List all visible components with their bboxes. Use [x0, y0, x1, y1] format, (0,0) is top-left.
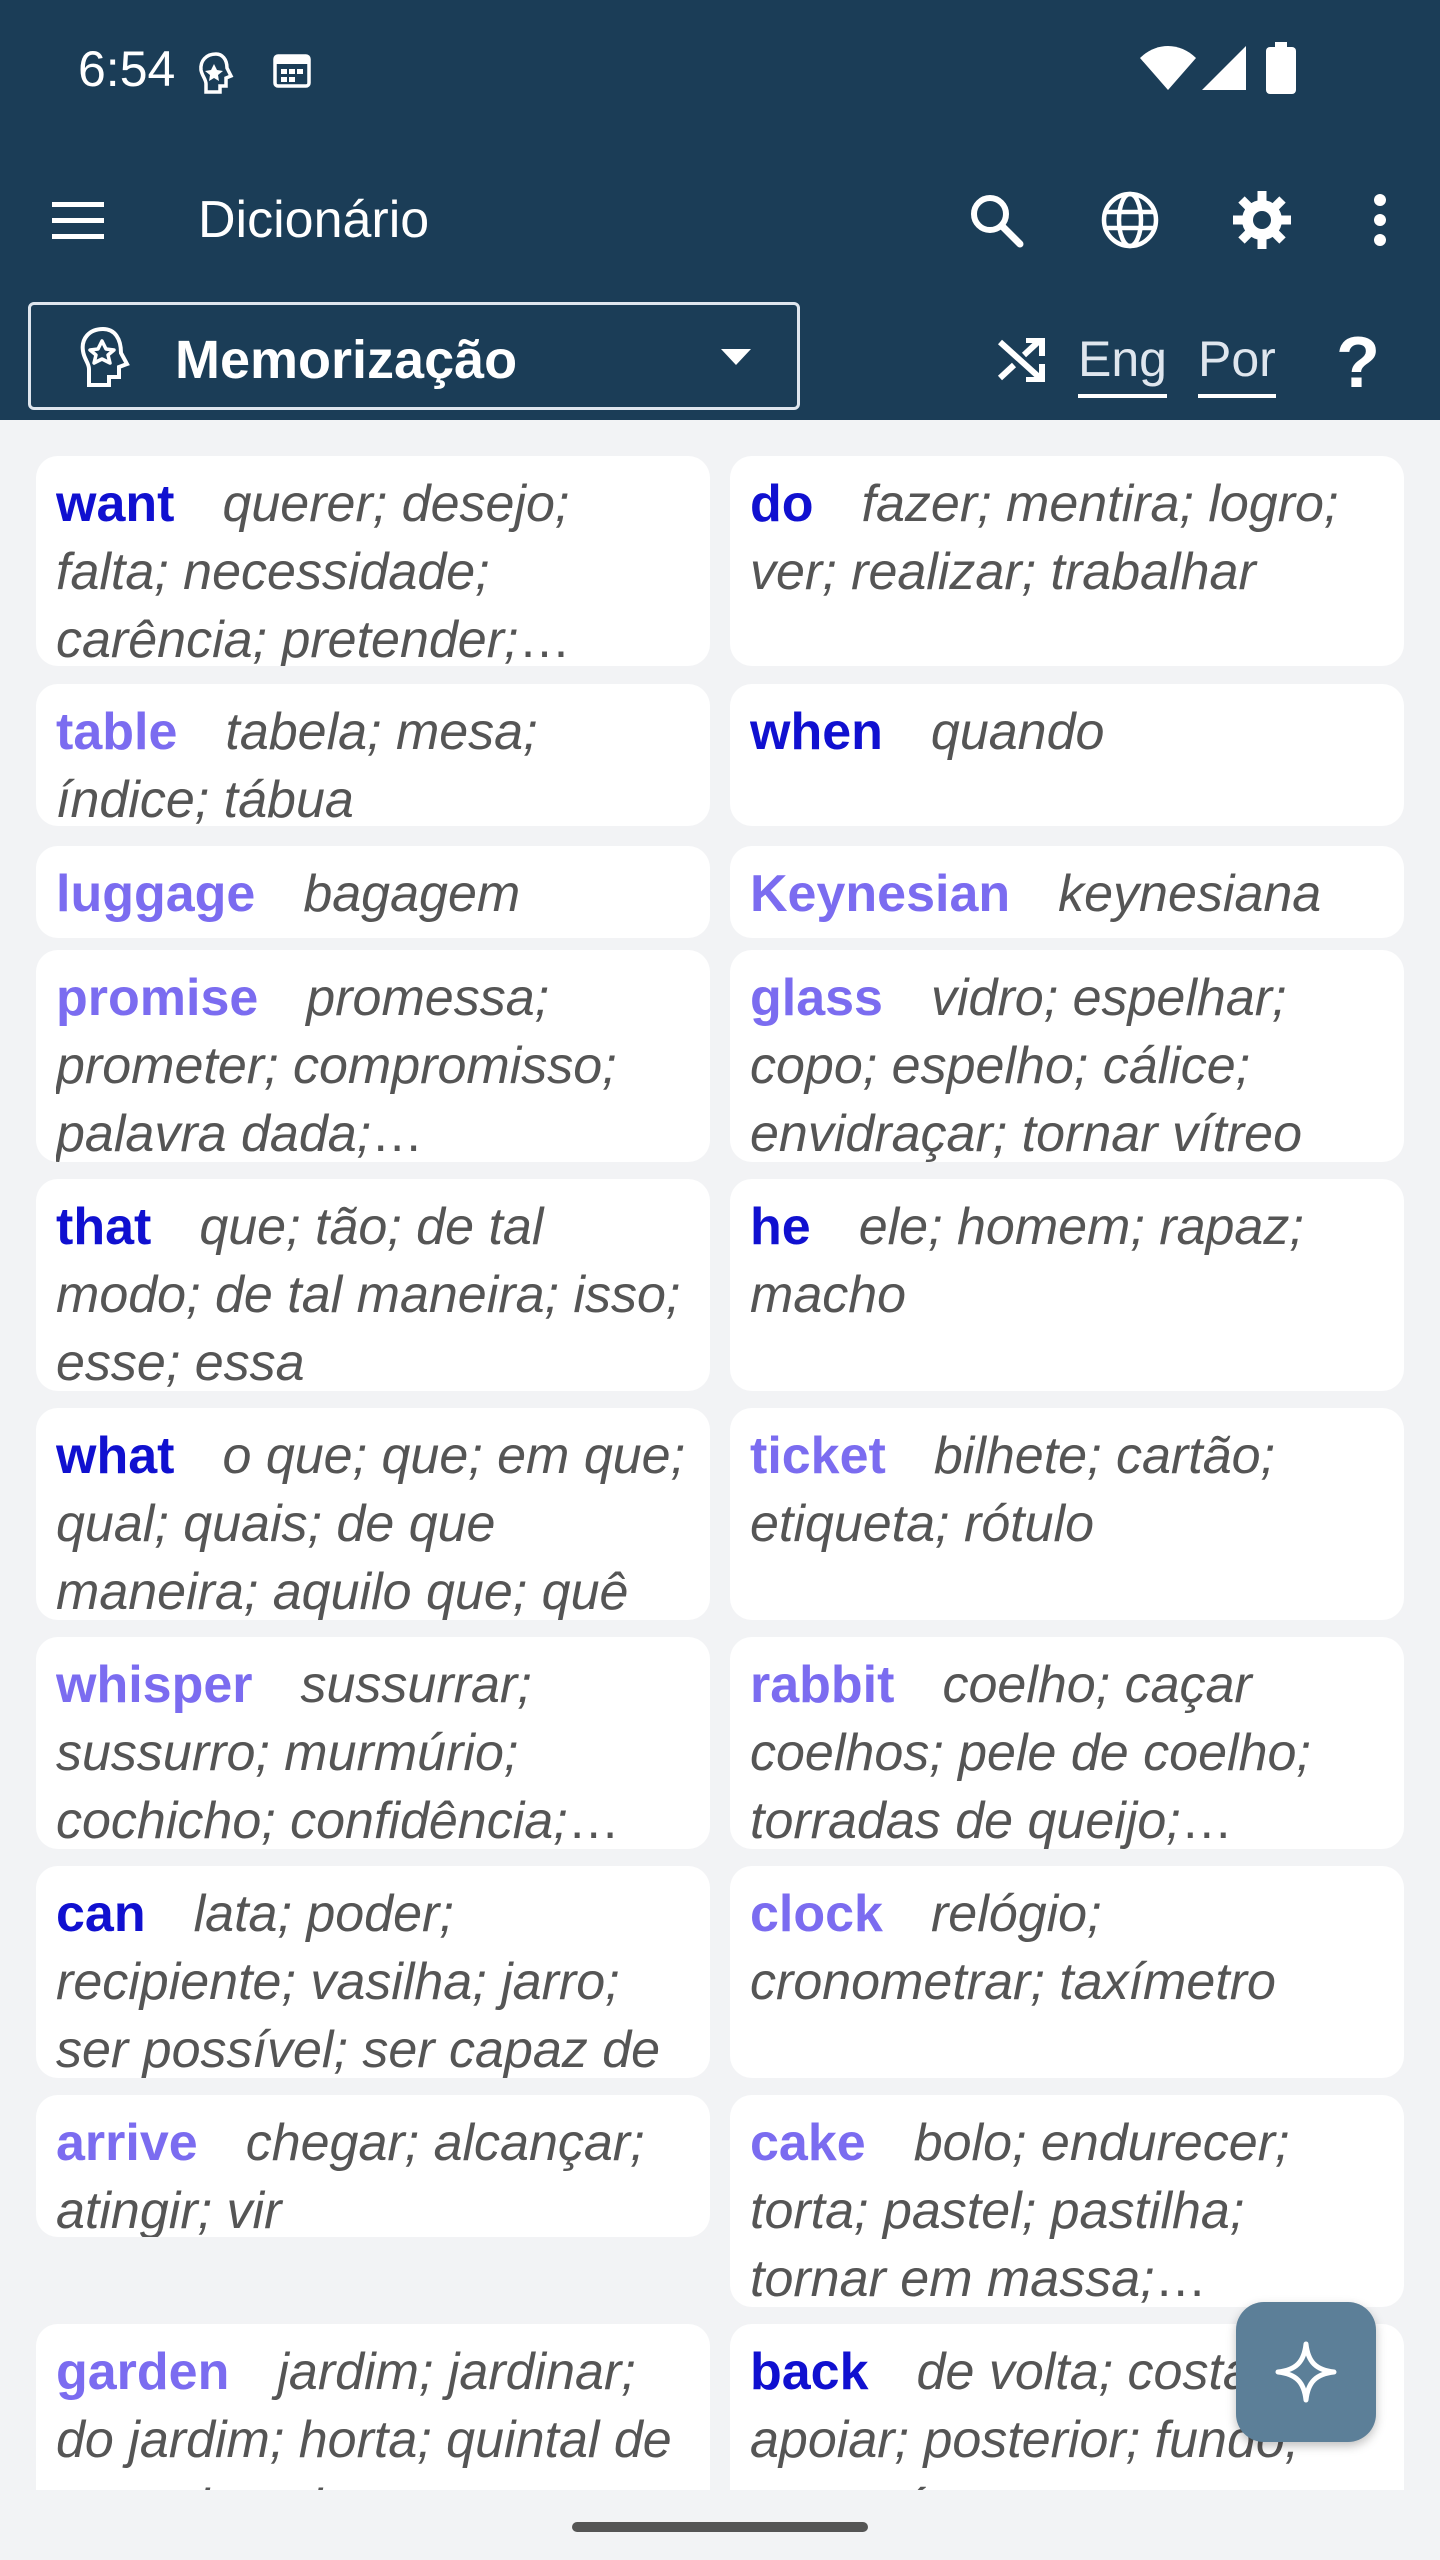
word-card-ticket[interactable]: ticket bilhete; cartão; etiqueta; rótulo	[730, 1408, 1404, 1620]
card-text: want querer; desejo; falta; necessidade; …	[56, 470, 690, 666]
word-card-want[interactable]: want querer; desejo; falta; necessidade; …	[36, 456, 710, 666]
word-card-list[interactable]: want querer; desejo; falta; necessidade; …	[0, 420, 1440, 2490]
word-card-promise[interactable]: promise promessa; prometer; compromisso; …	[36, 950, 710, 1162]
word-card-table[interactable]: table tabela; mesa; índice; tábua	[36, 684, 710, 826]
source-language-toggle[interactable]: Eng	[1078, 330, 1167, 398]
mode-toolbar: Memorização Eng Por ?	[0, 300, 1440, 420]
app-bar: Dicionário	[0, 150, 1440, 300]
battery-icon	[1266, 42, 1296, 99]
card-text: table tabela; mesa; índice; tábua	[56, 698, 690, 826]
card-word: table	[56, 703, 178, 761]
card-word: glass	[750, 969, 883, 1027]
card-text: can lata; poder; recipiente; vasilha; jar…	[56, 1880, 690, 2078]
card-text: whisper sussurrar; sussurro; murmúrio; co…	[56, 1651, 690, 1849]
card-text: promise promessa; prometer; compromisso; …	[56, 964, 690, 1162]
card-word: want	[56, 475, 175, 533]
globe-icon[interactable]	[1090, 180, 1170, 260]
card-definitions: ele; homem; rapaz; macho	[750, 1198, 1304, 1324]
card-word: when	[750, 703, 883, 761]
card-word: arrive	[56, 2114, 198, 2172]
card-word: that	[56, 1198, 152, 1256]
card-word: garden	[56, 2343, 230, 2401]
card-word: what	[56, 1427, 175, 1485]
card-definitions: quando	[930, 703, 1105, 761]
card-word: Keynesian	[750, 865, 1011, 923]
card-word: back	[750, 2343, 869, 2401]
page-title: Dicionário	[198, 191, 430, 249]
brain-icon	[75, 325, 135, 394]
calendar-notification-icon	[272, 50, 312, 95]
card-text: that que; tão; de tal modo; de tal maneir…	[56, 1193, 690, 1391]
card-word: rabbit	[750, 1656, 895, 1714]
word-card-when[interactable]: when quando	[730, 684, 1404, 826]
word-card-what[interactable]: what o que; que; em que; qual; quais; de …	[36, 1408, 710, 1620]
sparkle-icon	[1275, 2341, 1337, 2403]
menu-icon[interactable]	[38, 180, 118, 260]
word-card-that[interactable]: that que; tão; de tal modo; de tal maneir…	[36, 1179, 710, 1391]
dropdown-arrow-icon	[721, 349, 751, 370]
gear-icon[interactable]	[1222, 180, 1302, 260]
card-text: luggage bagagem	[56, 860, 690, 928]
card-definitions: fazer; mentira; logro; ver; realizar; tr…	[750, 475, 1339, 601]
brain-notification-icon	[196, 50, 236, 101]
search-icon[interactable]	[956, 180, 1036, 260]
card-text: cake bolo; endurecer; torta; pastel; past…	[750, 2109, 1384, 2307]
card-text: rabbit coelho; caçar coelhos; pele de coe…	[750, 1651, 1384, 1849]
card-word: ticket	[750, 1427, 886, 1485]
card-definitions: lata; poder; recipiente; vasilha; jarro;…	[56, 1885, 661, 2078]
word-card-garden[interactable]: garden jardim; jardinar; do jardim; horta…	[36, 2324, 710, 2490]
card-word: whisper	[56, 1656, 253, 1714]
shuffle-icon[interactable]	[996, 337, 1046, 387]
card-word: cake	[750, 2114, 866, 2172]
sparkle-fab-button[interactable]	[1236, 2302, 1376, 2442]
word-card-whisper[interactable]: whisper sussurrar; sussurro; murmúrio; co…	[36, 1637, 710, 1849]
gesture-nav-handle[interactable]	[572, 2522, 868, 2532]
word-card-arrive[interactable]: arrive chegar; alcançar; atingir; vir	[36, 2095, 710, 2237]
mode-label: Memorização	[175, 330, 518, 390]
word-card-do[interactable]: do fazer; mentira; logro; ver; realizar; …	[730, 456, 1404, 666]
card-word: promise	[56, 969, 259, 1027]
card-definitions: bagagem	[303, 865, 521, 923]
card-definitions: keynesiana	[1058, 865, 1322, 923]
status-time: 6:54	[78, 41, 176, 97]
card-text: garden jardim; jardinar; do jardim; horta…	[56, 2338, 690, 2490]
word-card-clock[interactable]: clock relógio; cronometrar; taxímetro	[730, 1866, 1404, 2078]
card-word: he	[750, 1198, 811, 1256]
card-text: clock relógio; cronometrar; taxímetro	[750, 1880, 1384, 2016]
card-text: Keynesian keynesiana	[750, 860, 1384, 928]
card-word: luggage	[56, 865, 256, 923]
card-text: glass vidro; espelhar; copo; espelho; cál…	[750, 964, 1384, 1162]
card-word: clock	[750, 1885, 883, 1943]
word-card-can[interactable]: can lata; poder; recipiente; vasilha; jar…	[36, 1866, 710, 2078]
card-text: what o que; que; em que; qual; quais; de …	[56, 1422, 690, 1620]
word-card-rabbit[interactable]: rabbit coelho; caçar coelhos; pele de coe…	[730, 1637, 1404, 1849]
card-text: arrive chegar; alcançar; atingir; vir	[56, 2109, 690, 2237]
help-button[interactable]: ?	[1336, 322, 1380, 404]
wifi-icon	[1140, 46, 1196, 95]
word-card-keynesian[interactable]: Keynesian keynesiana	[730, 846, 1404, 938]
word-card-glass[interactable]: glass vidro; espelhar; copo; espelho; cál…	[730, 950, 1404, 1162]
card-text: do fazer; mentira; logro; ver; realizar; …	[750, 470, 1384, 606]
card-word: can	[56, 1885, 146, 1943]
target-language-toggle[interactable]: Por	[1198, 330, 1276, 398]
signal-icon	[1202, 46, 1246, 95]
card-text: he ele; homem; rapaz; macho	[750, 1193, 1384, 1329]
word-card-cake[interactable]: cake bolo; endurecer; torta; pastel; past…	[730, 2095, 1404, 2307]
card-text: when quando	[750, 698, 1384, 766]
status-bar: 6:54	[0, 0, 1440, 150]
card-word: do	[750, 475, 814, 533]
mode-dropdown[interactable]: Memorização	[28, 302, 800, 410]
card-text: ticket bilhete; cartão; etiqueta; rótulo	[750, 1422, 1384, 1558]
word-card-he[interactable]: he ele; homem; rapaz; macho	[730, 1179, 1404, 1391]
word-card-luggage[interactable]: luggage bagagem	[36, 846, 710, 938]
more-options-icon[interactable]	[1340, 180, 1420, 260]
